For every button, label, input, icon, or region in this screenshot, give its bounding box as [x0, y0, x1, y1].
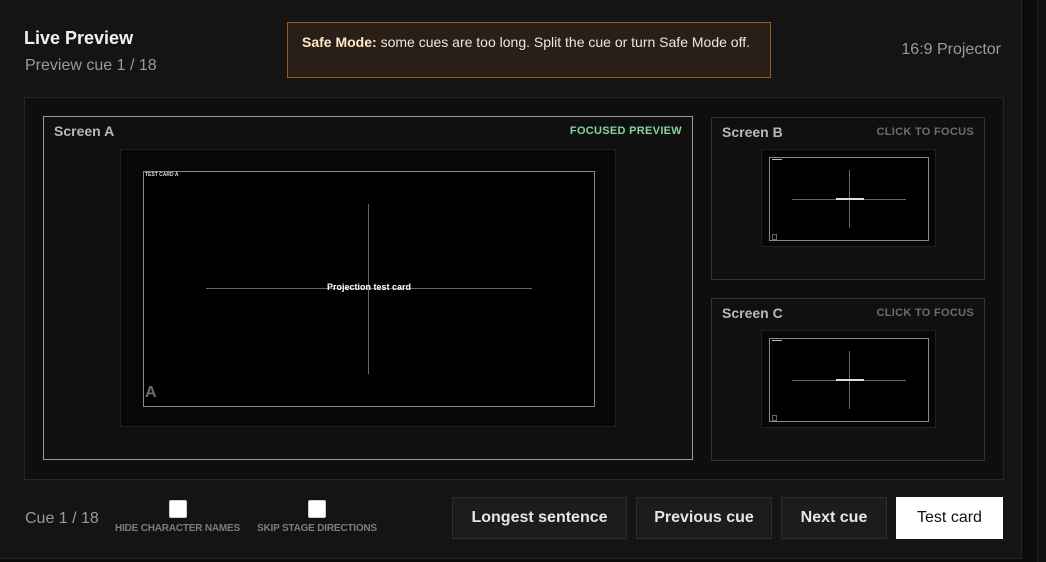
corner-label-mark [772, 340, 782, 341]
preview-stage: Screen A FOCUSED PREVIEW TEST CARD A Pro… [24, 97, 1004, 480]
previous-cue-button[interactable]: Previous cue [636, 497, 772, 539]
page-title: Live Preview [24, 28, 134, 48]
hide-character-names-checkbox[interactable] [168, 500, 187, 518]
screen-b-frame [761, 149, 936, 247]
next-cue-button[interactable]: Next cue [781, 497, 887, 539]
screen-letter-mark [772, 415, 777, 421]
corner-label-mark [772, 159, 782, 160]
screen-b-test-card [769, 157, 929, 241]
skip-stage-directions-option[interactable]: SKIP STAGE DIRECTIONS [257, 500, 377, 534]
screen-letter-mark [772, 234, 777, 240]
click-to-focus-b: CLICK TO FOCUS [876, 126, 974, 138]
screen-c-label: Screen C [722, 305, 783, 321]
screen-a-frame: TEST CARD A Projection test card A [120, 149, 616, 427]
test-card-corner-label: TEST CARD A [145, 172, 179, 178]
screen-c-test-card [769, 338, 929, 422]
center-text-mark [836, 198, 864, 200]
skip-stage-directions-checkbox[interactable] [307, 500, 326, 518]
hide-character-names-label: HIDE CHARACTER NAMES [115, 523, 240, 534]
screen-letter: A [145, 384, 157, 401]
test-card-button[interactable]: Test card [896, 497, 1003, 539]
screen-a-preview[interactable]: Screen A FOCUSED PREVIEW TEST CARD A Pro… [43, 116, 693, 460]
safe-mode-warning: Safe Mode: some cues are too long. Split… [287, 22, 771, 78]
screen-c-frame [761, 330, 936, 428]
screen-a-test-card: TEST CARD A Projection test card A [143, 171, 595, 407]
center-text-mark [836, 379, 864, 381]
aspect-ratio-label: 16:9 Projector [901, 41, 1001, 58]
screen-b-preview[interactable]: Screen B CLICK TO FOCUS [711, 117, 985, 280]
screen-a-label: Screen A [54, 123, 115, 139]
preview-cue-subtitle: Preview cue 1 / 18 [25, 57, 157, 74]
skip-stage-directions-label: SKIP STAGE DIRECTIONS [257, 523, 377, 534]
safe-mode-label: Safe Mode: [302, 34, 377, 50]
right-edge-divider [1037, 0, 1046, 562]
test-card-center-text: Projection test card [326, 282, 412, 292]
live-preview-panel: Live Preview Preview cue 1 / 18 Safe Mod… [0, 0, 1022, 559]
longest-sentence-button[interactable]: Longest sentence [452, 497, 627, 539]
hide-character-names-option[interactable]: HIDE CHARACTER NAMES [115, 500, 240, 534]
screen-c-preview[interactable]: Screen C CLICK TO FOCUS [711, 298, 985, 461]
focused-preview-badge: FOCUSED PREVIEW [569, 125, 682, 137]
screen-b-label: Screen B [722, 124, 783, 140]
safe-mode-message: some cues are too long. Split the cue or… [380, 34, 750, 50]
click-to-focus-c: CLICK TO FOCUS [876, 307, 974, 319]
cue-count: Cue 1 / 18 [25, 510, 99, 527]
